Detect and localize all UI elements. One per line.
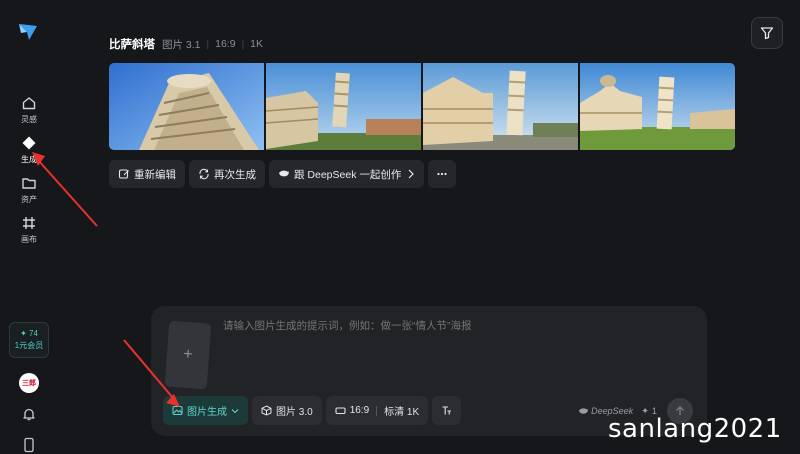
divider xyxy=(376,405,378,416)
generated-image-2[interactable] xyxy=(266,63,421,150)
result-title: 比萨斜塔 xyxy=(109,39,155,51)
sidebar-item-label: 生成 xyxy=(21,155,37,164)
credits-value: ✦ 74 xyxy=(20,329,38,338)
deepseek-create-label: 跟 DeepSeek 一起创作 xyxy=(294,168,402,181)
resolution-label: 1K xyxy=(250,38,264,50)
generated-image-1[interactable] xyxy=(109,63,264,150)
plus-icon: + xyxy=(182,345,194,364)
image-generate-icon xyxy=(172,405,183,416)
sidebar-item-inspiration[interactable]: 灵感 xyxy=(6,95,52,131)
notification-bell-icon[interactable] xyxy=(21,406,37,422)
image-upload-button[interactable]: + xyxy=(164,320,212,390)
folder-icon xyxy=(22,178,36,189)
chevron-down-icon xyxy=(231,408,239,413)
deepseek-create-button[interactable]: 跟 DeepSeek 一起创作 xyxy=(269,160,425,188)
quality-value: 标清 1K xyxy=(384,407,420,418)
divider: | xyxy=(206,38,210,50)
avatar[interactable]: 三郎 xyxy=(19,373,39,393)
re-edit-label: 重新编辑 xyxy=(134,168,176,181)
cube-icon xyxy=(261,405,272,416)
regenerate-label: 再次生成 xyxy=(214,168,256,181)
prompt-input[interactable] xyxy=(223,320,673,332)
mobile-app-icon[interactable] xyxy=(21,437,37,453)
ratio-quality-selector[interactable]: 16:9 标清 1K xyxy=(325,396,429,425)
chevron-right-icon xyxy=(408,169,415,179)
filter-icon xyxy=(760,27,774,40)
text-style-button[interactable] xyxy=(432,396,462,425)
ratio-label: 16:9 xyxy=(215,38,236,50)
ratio-value: 16:9 xyxy=(349,405,370,416)
result-actions: 重新编辑 再次生成 跟 DeepSeek 一起创作 xyxy=(109,160,457,188)
generated-image-3[interactable] xyxy=(423,63,578,150)
edit-icon xyxy=(118,169,129,179)
generation-mode-dropdown[interactable]: 图片生成 xyxy=(163,396,248,425)
model-selector-label: 图片 3.0 xyxy=(276,407,313,418)
re-edit-button[interactable]: 重新编辑 xyxy=(109,160,185,188)
generated-image-4[interactable] xyxy=(580,63,735,150)
model-label: 图片 3.1 xyxy=(162,38,201,51)
deepseek-icon xyxy=(578,407,589,414)
refresh-icon xyxy=(199,168,209,180)
text-format-icon xyxy=(442,406,452,415)
sidebar-item-label: 资产 xyxy=(21,195,37,204)
home-icon xyxy=(22,97,36,110)
regenerate-button[interactable]: 再次生成 xyxy=(189,160,265,188)
sparkle-diamond-icon xyxy=(22,136,36,150)
sidebar: 灵感 生成 资产 画布 ✦ 74 1元会员 三郎 xyxy=(0,0,58,454)
membership-label: 1元会员 xyxy=(14,341,44,350)
aspect-ratio-icon xyxy=(335,407,346,415)
generated-images xyxy=(109,63,735,150)
sidebar-item-assets[interactable]: 资产 xyxy=(6,175,52,211)
result-header: 比萨斜塔 图片 3.1 | 16:9 | 1K xyxy=(109,36,263,52)
canvas-grid-icon xyxy=(23,217,35,229)
watermark: sanlang2021 xyxy=(608,414,782,444)
app-logo-icon[interactable] xyxy=(17,20,39,42)
sidebar-item-canvas[interactable]: 画布 xyxy=(6,215,52,251)
composer-toolbar: 图片生成 图片 3.0 16:9 标清 1K xyxy=(163,396,462,425)
sidebar-item-generate[interactable]: 生成 xyxy=(6,135,52,171)
sidebar-item-label: 画布 xyxy=(21,235,37,244)
membership-credits[interactable]: ✦ 74 1元会员 xyxy=(9,322,49,358)
more-options-button[interactable] xyxy=(428,160,457,188)
avatar-text: 三郎 xyxy=(22,380,36,387)
divider: | xyxy=(241,38,245,50)
sidebar-item-label: 灵感 xyxy=(21,115,37,124)
deepseek-icon xyxy=(279,170,289,177)
filter-button[interactable] xyxy=(751,17,783,49)
model-selector[interactable]: 图片 3.0 xyxy=(252,396,322,425)
more-icon xyxy=(437,172,447,176)
generation-mode-label: 图片生成 xyxy=(187,407,227,418)
